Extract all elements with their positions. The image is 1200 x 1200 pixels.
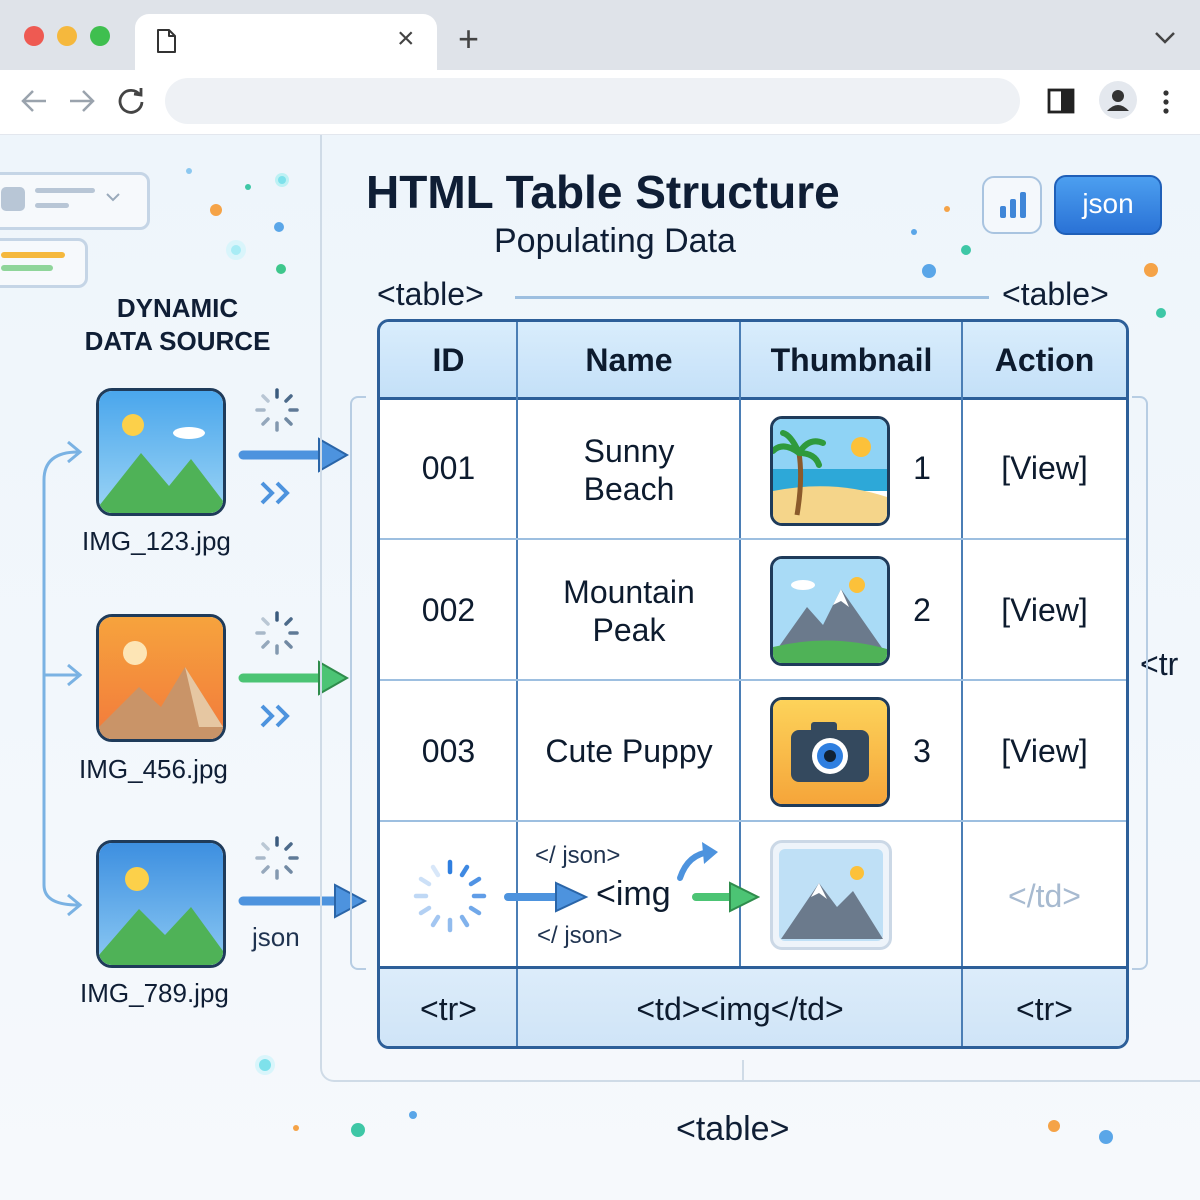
landscape-image-icon xyxy=(99,843,223,965)
side-panel-icon[interactable] xyxy=(1046,86,1076,116)
mountain-thumbnail[interactable] xyxy=(770,556,890,666)
chevron-down-icon[interactable] xyxy=(1154,30,1176,46)
file-name-1: IMG_123.jpg xyxy=(82,526,231,556)
row-number: 1 xyxy=(913,450,931,486)
file-name-2: IMG_456.jpg xyxy=(79,754,228,784)
placeholder-thumbnail xyxy=(770,840,892,950)
table-row[interactable]: 003 Cute Puppy 3 [View] xyxy=(380,681,1126,820)
heading-line-2: DATA SOURCE xyxy=(84,326,271,356)
beach-thumbnail[interactable] xyxy=(770,416,890,526)
desert-image-icon xyxy=(99,617,223,739)
panel-connector xyxy=(742,1060,744,1080)
row-id: 003 xyxy=(421,733,476,769)
back-icon[interactable] xyxy=(20,88,48,114)
row-bracket-left xyxy=(350,396,366,970)
row-bracket-right xyxy=(1132,396,1148,970)
column-header-id[interactable]: ID xyxy=(380,342,517,379)
new-tab-button[interactable]: + xyxy=(458,18,479,60)
table-open-tag-label: <table> xyxy=(377,276,484,312)
close-window-button[interactable] xyxy=(24,26,44,46)
row-name-line-1: Mountain xyxy=(563,574,695,610)
mountain-image-icon xyxy=(779,849,883,941)
loading-spinner-icon xyxy=(255,388,299,432)
flow-arrows xyxy=(504,842,760,913)
data-source-heading: DYNAMIC DATA SOURCE xyxy=(60,292,295,358)
loading-spinner-icon xyxy=(255,836,299,880)
profile-avatar[interactable] xyxy=(1099,81,1137,119)
table-bottom-label: <table> xyxy=(676,1110,790,1148)
column-header-thumbnail[interactable]: Thumbnail xyxy=(741,342,962,379)
row-number: 2 xyxy=(913,592,931,628)
heading-line-1: DYNAMIC xyxy=(116,293,239,323)
person-icon xyxy=(1107,90,1129,111)
row-id: 002 xyxy=(421,592,476,628)
chevron-down-icon xyxy=(106,193,120,202)
more-menu-icon[interactable] xyxy=(1159,88,1173,116)
maximize-window-button[interactable] xyxy=(90,26,110,46)
tab-close-icon[interactable]: × xyxy=(397,22,415,56)
source-image-3 xyxy=(96,840,226,968)
column-header-action[interactable]: Action xyxy=(963,342,1126,379)
source-bracket-connector xyxy=(42,440,83,917)
td-close-tag: </td> xyxy=(1008,878,1081,914)
json-label: json xyxy=(252,922,300,952)
mountain-image-icon xyxy=(773,559,887,663)
camera-icon xyxy=(773,700,887,804)
source-image-1 xyxy=(96,388,226,516)
page-subtitle: Populating Data xyxy=(494,222,736,260)
loading-row: </ json> <img </ json> </td> xyxy=(380,822,1126,966)
row-name: Sunny Beach xyxy=(518,432,740,508)
row-id: 001 xyxy=(421,450,476,486)
view-button[interactable]: [View] xyxy=(963,592,1126,629)
browser-tab[interactable]: × xyxy=(135,14,437,70)
json-button[interactable]: json xyxy=(1054,175,1162,235)
row-name-line-2: Peak xyxy=(592,612,666,648)
footer-td-img: <td><img</td> xyxy=(636,991,844,1027)
table-tag-connector xyxy=(515,296,989,299)
table-row[interactable]: 001 Sunny Beach 1 [View] xyxy=(380,400,1126,538)
row-name-line-1: Sunny xyxy=(583,433,675,469)
table-row[interactable]: 002 Mountain Peak 2 [View] xyxy=(380,540,1126,679)
row-name: Cute Puppy xyxy=(545,733,713,769)
view-button[interactable]: [View] xyxy=(963,450,1126,487)
source-image-2 xyxy=(96,614,226,742)
row-number: 3 xyxy=(913,733,931,769)
footer-tr-right: <tr> xyxy=(1016,991,1073,1027)
mini-progress-widget xyxy=(0,238,88,288)
table-footer-row: <tr> <td><img</td> <tr> xyxy=(380,966,1126,1046)
page-title: HTML Table Structure xyxy=(366,166,840,218)
row-name-line-2: Beach xyxy=(583,471,675,507)
column-header-name[interactable]: Name xyxy=(518,342,740,379)
minimize-window-button[interactable] xyxy=(57,26,77,46)
view-button[interactable]: [View] xyxy=(963,733,1126,770)
mini-dropdown-widget xyxy=(0,172,150,230)
table-close-tag-label: <table> xyxy=(1002,276,1109,312)
loading-spinner-icon xyxy=(413,859,487,933)
camera-thumbnail[interactable] xyxy=(770,697,890,807)
chart-button[interactable] xyxy=(982,176,1042,234)
address-bar[interactable] xyxy=(165,78,1020,124)
landscape-image-icon xyxy=(99,391,223,513)
page-icon xyxy=(157,29,176,53)
bar-chart-icon xyxy=(1000,192,1026,218)
data-table: ID Name Thumbnail Action 001 Sunny Beach… xyxy=(377,319,1129,1049)
reload-icon[interactable] xyxy=(116,86,146,116)
loading-spinner-icon xyxy=(255,611,299,655)
row-name: Mountain Peak xyxy=(518,573,740,649)
beach-image-icon xyxy=(773,419,887,523)
footer-tr-left: <tr> xyxy=(420,991,477,1027)
forward-icon[interactable] xyxy=(68,88,96,114)
file-name-3: IMG_789.jpg xyxy=(80,978,229,1008)
